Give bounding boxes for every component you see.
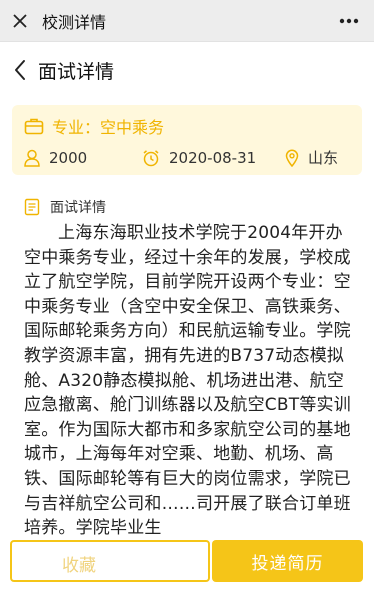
alarm-clock-icon [143,149,159,166]
back-button[interactable] [2,42,38,98]
section-header: 面试详情 [24,197,106,217]
major-row: 专业：空中乘务 [24,114,164,138]
action-bar: 收藏 投递简历 [0,540,374,600]
date-value: 2020-08-31 [169,148,257,167]
job-summary-card: 专业：空中乘务 2000 2020-08-31 山东 [12,105,362,175]
location-pin-icon [285,149,299,167]
more-icon [339,18,359,24]
section-title: 面试详情 [50,200,106,216]
interview-description: 上海东海职业技术学院于2004年开办空中乘务专业，经过十余年的发展，学校成立了航… [24,223,351,539]
document-icon [24,198,40,216]
location-value: 山东 [308,149,339,167]
person-icon [24,149,40,167]
close-icon [13,13,27,28]
window-title: 校测详情 [42,12,107,32]
location-item: 山东 [285,147,338,168]
briefcase-icon [24,118,44,135]
secondary-button[interactable]: 收藏 [10,540,210,582]
major-label: 专业：空中乘务 [52,118,165,137]
count-value: 2000 [49,148,88,167]
secondary-button-label: 收藏 [62,556,96,576]
close-button[interactable] [0,0,40,42]
count-item: 2000 [24,149,142,167]
window-topbar: 校测详情 [0,0,374,42]
date-item: 2020-08-31 [142,149,285,167]
apply-button[interactable]: 投递简历 [212,540,363,582]
more-button[interactable] [338,12,360,30]
page-header: 面试详情 [0,42,374,98]
page-title: 面试详情 [38,60,115,83]
meta-row: 2000 2020-08-31 山东 [24,147,352,168]
main-content[interactable]: 专业：空中乘务 2000 2020-08-31 山东 面试详情 上海东海职业技术… [0,98,374,600]
chevron-left-icon [15,60,25,80]
